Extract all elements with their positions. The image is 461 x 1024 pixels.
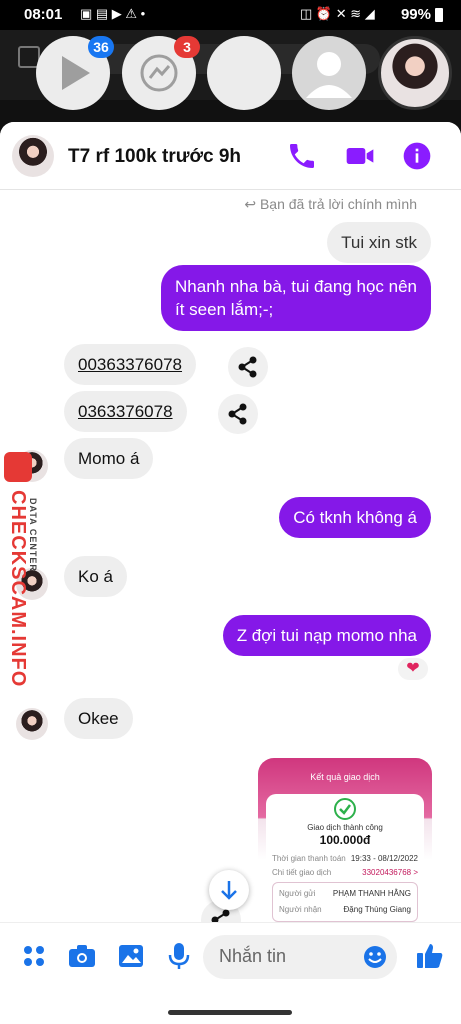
message-outgoing[interactable]: Z đợi tui nạp momo nha (222, 615, 431, 656)
chat-head-blank[interactable] (207, 36, 281, 110)
chat-header: T7 rf 100k trước 9h (0, 122, 461, 190)
receipt-time-label: Thời gian thanh toán (272, 854, 346, 863)
chat-head-selected[interactable] (378, 36, 452, 110)
message-composer: Nhắn tin (0, 922, 461, 990)
message-outgoing[interactable]: Có tknh không á (279, 497, 431, 538)
thumbs-up-icon[interactable] (415, 941, 445, 971)
success-check-icon (334, 798, 356, 820)
receipt-detail-value: 33020436768 > (362, 868, 418, 877)
message-input[interactable]: Nhắn tin (203, 935, 397, 979)
message-incoming[interactable]: Momo á (64, 438, 154, 479)
camera-icon[interactable] (67, 941, 97, 971)
message-incoming[interactable]: Okee (64, 698, 133, 739)
receipt-status: Giao dịch thành công (307, 823, 383, 832)
user-silhouette-icon (306, 52, 352, 98)
message-input-placeholder: Nhắn tin (219, 946, 287, 966)
watermark: CHECKSCAM.INFO DATA CENTER (0, 450, 44, 687)
chat-head-video[interactable]: 36 (36, 36, 114, 110)
receipt-amount: 100.000đ (319, 833, 371, 847)
receipt-party-box: Người gửi PHẠM THANH HẰNG Người nhận Đặn… (272, 882, 418, 922)
receipt-card: Giao dịch thành công 100.000đ Thời gian … (266, 794, 424, 922)
message-incoming[interactable]: Ko á (64, 556, 127, 597)
receipt-detail-label: Chi tiết giao dịch (272, 868, 332, 877)
watermark-logo-icon (4, 452, 32, 482)
status-bar: 08:01 ▣ ▤ ▶ ⚠ • ◫ ⏰ ✕ ≋ ◢ 99% (0, 0, 461, 30)
receipt-sender-value: PHẠM THANH HẰNG (332, 889, 411, 898)
receipt-time-value: 19:33 - 08/12/2022 (350, 854, 418, 863)
system-nav-bar (0, 990, 461, 1024)
chat-head-messenger[interactable]: 3 (122, 36, 200, 110)
receipt-receiver-value: Đặng Thùng Giang (343, 905, 411, 914)
share-button[interactable] (228, 347, 268, 387)
unread-badge: 3 (174, 36, 200, 58)
payment-receipt-image[interactable]: Kết quả giao dịch Giao dịch thành công 1… (258, 758, 432, 922)
notification-icons: ▣ ▤ ▶ ⚠ • (80, 6, 146, 21)
reply-icon: ↩ (244, 196, 260, 212)
unread-badge: 36 (88, 36, 114, 58)
call-icon[interactable] (286, 140, 318, 172)
apps-grid-icon[interactable] (19, 941, 49, 971)
receipt-title: Kết quả giao dịch (310, 772, 380, 782)
emoji-icon[interactable] (363, 945, 387, 969)
watermark-sub: DATA CENTER (28, 498, 38, 572)
watermark-brand: CHECKSCAM.INFO (7, 490, 29, 688)
microphone-icon[interactable] (164, 941, 194, 971)
home-gesture-bar[interactable] (168, 1010, 292, 1015)
video-call-icon[interactable] (344, 140, 376, 172)
reply-note: ↩ Bạn đã trả lời chính mình (244, 196, 417, 212)
share-icon (238, 356, 257, 378)
message-incoming[interactable]: 00363376078 (64, 344, 197, 385)
message-incoming[interactable]: 0363376078 (64, 391, 187, 432)
conversation-title[interactable]: T7 rf 100k trước 9h (68, 146, 241, 168)
avatar[interactable] (16, 708, 48, 740)
share-button[interactable] (218, 394, 258, 434)
chat-heads: 36 3 (0, 36, 461, 120)
system-icons: ◫ ⏰ ✕ ≋ ◢ (300, 6, 375, 21)
battery-level: 99% (400, 6, 431, 23)
share-icon (228, 403, 247, 425)
heart-reaction-icon[interactable]: ❤ (396, 656, 430, 682)
scroll-to-bottom-button[interactable] (209, 870, 249, 910)
message-replied-to[interactable]: Tui xin stk (327, 222, 431, 263)
chat-head-default[interactable] (292, 36, 366, 110)
battery-icon (435, 8, 443, 22)
receipt-receiver-label: Người nhận (279, 905, 322, 914)
status-time: 08:01 (24, 6, 63, 23)
gallery-icon[interactable] (116, 941, 146, 971)
receipt-sender-label: Người gửi (279, 889, 316, 898)
info-icon[interactable] (401, 140, 433, 172)
message-outgoing[interactable]: Nhanh nha bà, tui đang học nên ít seen l… (161, 265, 431, 331)
arrow-down-icon (221, 881, 237, 900)
avatar[interactable] (12, 135, 54, 177)
chat-panel: T7 rf 100k trước 9h ↩ Bạn đã trả lời chí… (0, 122, 461, 922)
